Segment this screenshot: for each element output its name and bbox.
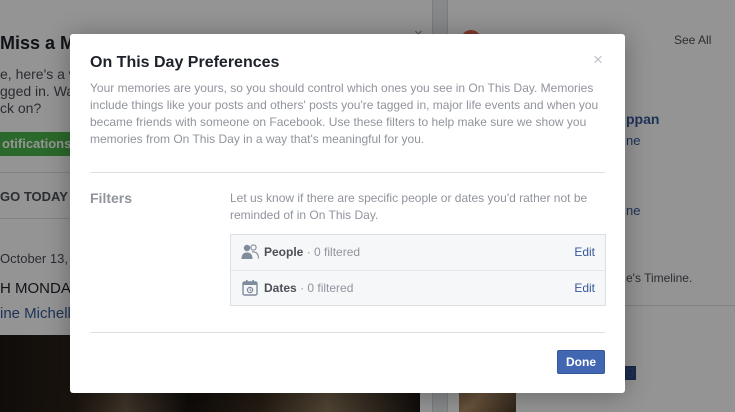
filter-row-dates: Dates · 0 filtered Edit (231, 270, 605, 306)
dialog-divider (90, 172, 605, 173)
filter-name: Dates (264, 281, 297, 295)
people-icon (241, 244, 259, 259)
filters-list: People · 0 filtered Edit Dates · 0 filte… (230, 234, 606, 306)
close-icon[interactable]: × (593, 51, 603, 69)
filter-row-people: People · 0 filtered Edit (231, 235, 605, 270)
dialog-footer-divider (90, 332, 605, 333)
filter-name: People (264, 245, 304, 259)
on-this-day-preferences-dialog: On This Day Preferences × Your memories … (70, 34, 625, 393)
dialog-title: On This Day Preferences (90, 54, 280, 71)
edit-people-filter-link[interactable]: Edit (574, 245, 595, 259)
done-button[interactable]: Done (557, 350, 605, 374)
edit-dates-filter-link[interactable]: Edit (574, 281, 595, 295)
filter-dates-label: Dates · 0 filtered (264, 281, 353, 295)
filters-label: Filters (90, 190, 133, 206)
dialog-description: Your memories are yours, so you should c… (90, 81, 599, 146)
calendar-icon (242, 280, 258, 296)
filter-count: · 0 filtered (296, 281, 354, 295)
filter-count: · 0 filtered (303, 245, 361, 259)
filters-description: Let us know if there are specific people… (230, 191, 588, 222)
filter-people-label: People · 0 filtered (264, 245, 360, 259)
